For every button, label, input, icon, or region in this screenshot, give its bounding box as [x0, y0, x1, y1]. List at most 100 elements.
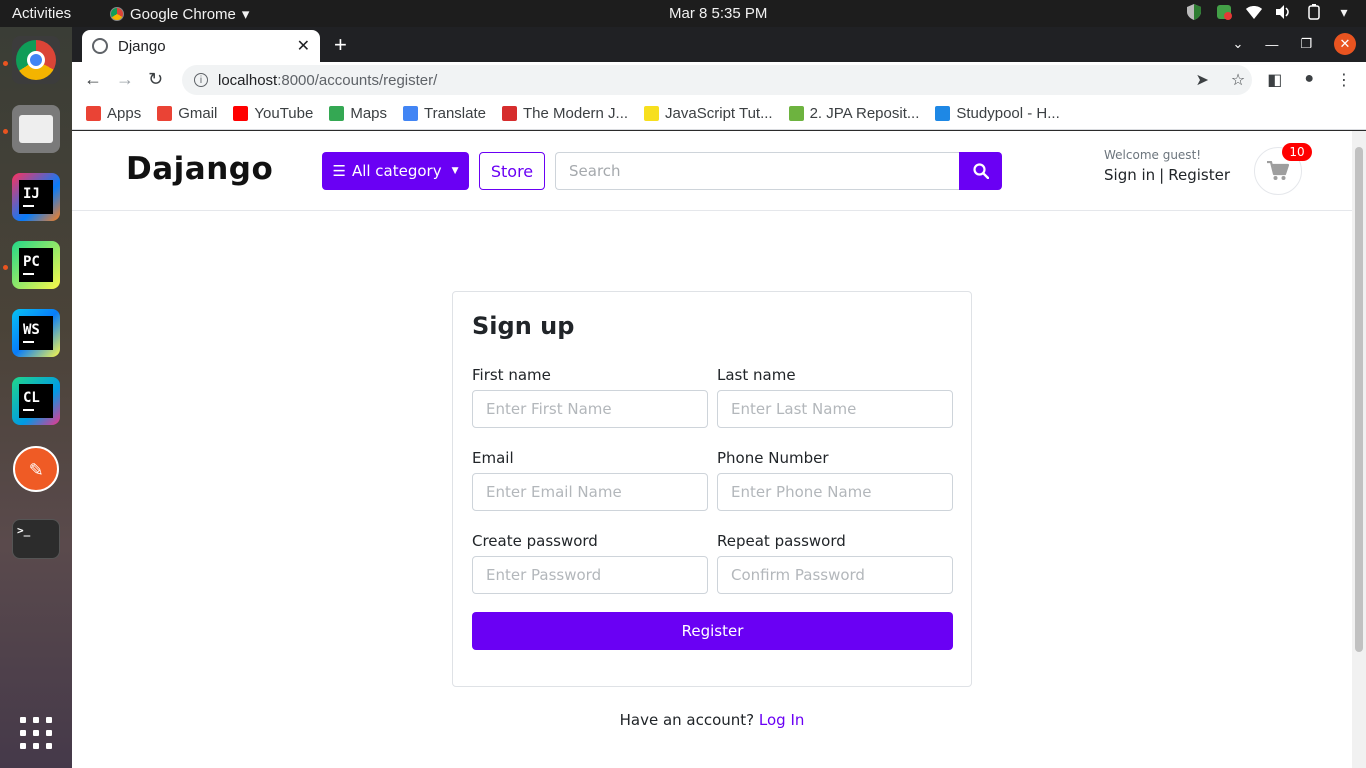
url-path: :8000/accounts/register/ — [277, 71, 438, 89]
email-field[interactable] — [472, 473, 708, 511]
back-arrow-icon[interactable]: ← — [84, 69, 102, 90]
browser-toolbar: ← → ↻ i localhost:8000/accounts/register… — [72, 62, 1366, 97]
show-applications-icon[interactable] — [20, 717, 52, 749]
battery-icon[interactable] — [1306, 4, 1322, 20]
phone-field[interactable] — [717, 473, 953, 511]
maps-pin-icon — [329, 105, 345, 121]
new-tab-button[interactable]: + — [334, 32, 347, 58]
register-submit-button[interactable]: Register — [472, 612, 953, 650]
bookmark-item[interactable]: Apps — [86, 105, 141, 122]
running-indicator — [3, 129, 8, 134]
site-logo[interactable]: Dajango — [126, 151, 273, 187]
bookmark-item[interactable]: Translate — [403, 105, 486, 122]
window-close-button[interactable]: ✕ — [1334, 33, 1356, 55]
bookmark-item[interactable]: Studypool - H... — [935, 105, 1060, 122]
reload-icon[interactable]: ↻ — [148, 69, 163, 90]
update-icon[interactable] — [1216, 4, 1232, 20]
all-category-button[interactable]: ☰ All category ▼ — [322, 152, 469, 190]
minimize-button[interactable]: — — [1265, 37, 1278, 52]
bookmark-item[interactable]: 2. JPA Reposit... — [788, 104, 920, 122]
repeat-password-field[interactable] — [717, 556, 953, 594]
running-indicator — [3, 61, 8, 66]
send-icon[interactable]: ➤ — [1195, 70, 1208, 90]
web-page: Dajango ☰ All category ▼ Store Welcome g… — [72, 131, 1352, 768]
window-controls: ⌄ — ❐ ✕ — [1232, 33, 1356, 55]
shopping-cart-icon — [1267, 161, 1289, 180]
system-clock[interactable]: Mar 8 5:35 PM — [669, 5, 767, 22]
search-form — [555, 152, 1002, 190]
tab-search-chevron-icon[interactable]: ⌄ — [1232, 36, 1243, 52]
chrome-icon — [110, 7, 124, 21]
dock-clion-icon[interactable]: CL — [12, 377, 60, 425]
store-button[interactable]: Store — [479, 152, 545, 190]
dock-postman-icon[interactable]: ✎ — [12, 445, 60, 493]
bookmark-star-icon[interactable]: ☆ — [1231, 70, 1245, 90]
forward-arrow-icon[interactable]: → — [116, 69, 134, 90]
close-icon[interactable]: ✕ — [297, 36, 310, 56]
login-link[interactable]: Log In — [759, 711, 805, 729]
system-tray[interactable]: ▾ — [1186, 4, 1352, 20]
dock-webstorm-icon[interactable]: WS — [12, 309, 60, 357]
first-name-field[interactable] — [472, 390, 708, 428]
ubuntu-dock: IJ PC WS CL ✎ >_ — [0, 27, 72, 768]
last-name-field[interactable] — [717, 390, 953, 428]
side-panel-icon[interactable]: ◧ — [1267, 70, 1282, 90]
bookmark-label: Maps — [350, 104, 388, 122]
activities-button[interactable]: Activities — [12, 5, 71, 22]
more-menu-icon[interactable]: ⋮ — [1336, 70, 1352, 90]
bookmark-item[interactable]: Maps — [329, 105, 387, 122]
repeat-password-label: Repeat password — [717, 532, 846, 550]
dock-chrome-icon[interactable] — [12, 36, 60, 84]
dock-intellij-icon[interactable]: IJ — [12, 173, 60, 221]
translate-icon — [403, 105, 419, 121]
js-icon — [644, 105, 660, 121]
dock-pycharm-icon[interactable]: PC — [12, 241, 60, 289]
wifi-icon[interactable] — [1246, 4, 1262, 20]
search-icon — [972, 163, 989, 179]
volume-icon[interactable] — [1276, 4, 1292, 20]
site-info-icon[interactable]: i — [194, 73, 208, 87]
email-label: Email — [472, 449, 514, 467]
phone-label: Phone Number — [717, 449, 829, 467]
browser-tab[interactable]: Django ✕ — [82, 30, 320, 62]
caret-down-icon: ▼ — [451, 166, 459, 176]
dock-files-icon[interactable] — [12, 105, 60, 153]
url-host: localhost — [218, 71, 278, 89]
power-menu-chevron-icon[interactable]: ▾ — [1336, 4, 1352, 20]
spring-leaf-icon — [788, 105, 804, 121]
sign-in-link[interactable]: Sign in — [1104, 166, 1155, 184]
register-link[interactable]: Register — [1168, 166, 1230, 184]
restore-button[interactable]: ❐ — [1300, 36, 1312, 52]
page-scrollbar[interactable] — [1352, 131, 1366, 768]
welcome-text: Welcome guest! — [1104, 148, 1202, 162]
hamburger-icon: ☰ — [332, 162, 346, 180]
running-indicator — [3, 265, 8, 270]
address-bar[interactable]: i localhost:8000/accounts/register/ — [182, 65, 1252, 95]
bookmark-label: YouTube — [254, 104, 314, 122]
bookmark-item[interactable]: The Modern J... — [502, 105, 628, 122]
dock-terminal-icon[interactable]: >_ — [12, 519, 60, 559]
bookmark-label: 2. JPA Reposit... — [809, 104, 920, 122]
studypool-icon — [935, 105, 951, 121]
bookmark-label: Gmail — [178, 104, 218, 122]
bookmark-item[interactable]: Gmail — [157, 105, 217, 122]
password-field[interactable] — [472, 556, 708, 594]
search-input[interactable] — [555, 152, 959, 190]
app-menu[interactable]: Google Chrome ▾ — [110, 5, 249, 23]
scrollbar-thumb[interactable] — [1355, 147, 1363, 652]
apps-grid-icon — [86, 105, 101, 121]
signup-card: Sign up First name Last name Email Phone… — [452, 291, 972, 687]
have-account-text: Have an account? — [619, 711, 755, 729]
profile-avatar-icon[interactable]: ● — [1304, 70, 1314, 90]
bookmark-item[interactable]: YouTube — [233, 105, 313, 122]
bookmark-label: Apps — [107, 104, 142, 122]
auth-separator: | — [1159, 166, 1165, 184]
cart-count-badge: 10 — [1282, 143, 1312, 161]
password-label: Create password — [472, 532, 598, 550]
bookmark-label: JavaScript Tut... — [665, 104, 773, 122]
shield-icon[interactable] — [1186, 4, 1202, 20]
bookmark-item[interactable]: JavaScript Tut... — [644, 105, 773, 122]
search-button[interactable] — [959, 152, 1002, 190]
globe-icon — [92, 38, 108, 54]
bookmarks-bar: Apps Gmail YouTube Maps Translate The Modern … — [72, 97, 1366, 130]
